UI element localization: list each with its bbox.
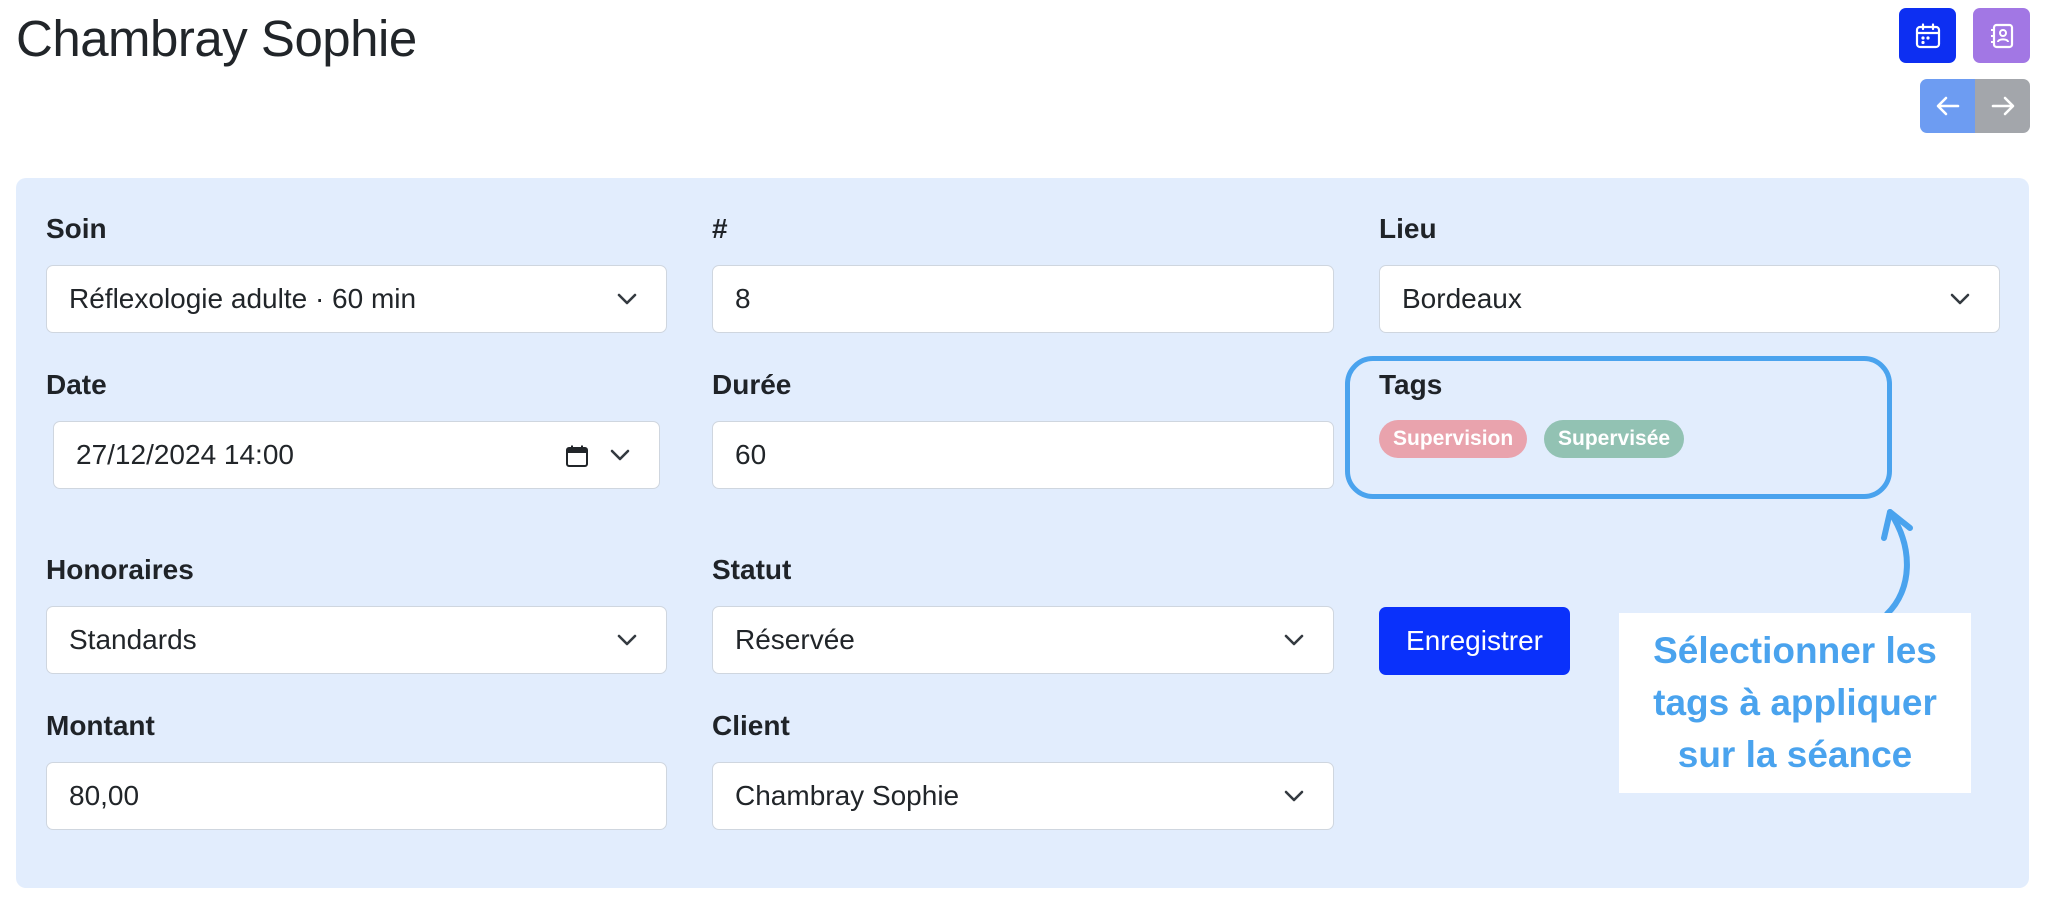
soin-value: Réflexologie adulte · 60 min (69, 283, 417, 314)
duree-input[interactable]: 60 (712, 421, 1334, 489)
numero-value: 8 (735, 283, 751, 314)
chevron-down-icon (1284, 634, 1304, 646)
date-label: Date (46, 369, 107, 400)
chevron-down-icon (1950, 293, 1970, 305)
client-select[interactable]: Chambray Sophie (712, 762, 1334, 830)
tags-highlight-box (1345, 356, 1892, 499)
calendar-icon (1915, 22, 1940, 48)
statut-label: Statut (712, 554, 792, 585)
next-button[interactable] (1975, 79, 2030, 133)
lieu-select[interactable]: Bordeaux (1379, 265, 2000, 333)
montant-input[interactable]: 80,00 (46, 762, 667, 830)
chevron-down-icon (1284, 790, 1304, 802)
save-button[interactable]: Enregistrer (1379, 607, 1570, 675)
contact-book-icon (1990, 23, 2013, 48)
navigation-group (1920, 79, 2030, 133)
soin-label: Soin (46, 213, 107, 244)
calendar-button[interactable] (1899, 8, 1956, 63)
numero-input[interactable]: 8 (712, 265, 1334, 333)
duree-value: 60 (735, 439, 767, 470)
honoraires-label: Honoraires (46, 554, 194, 585)
chevron-down-icon (617, 634, 637, 646)
arrow-left-icon (1936, 96, 1959, 116)
montant-label: Montant (46, 710, 155, 741)
statut-select[interactable]: Réservée (712, 606, 1334, 674)
statut-value: Réservée (735, 624, 855, 655)
annotation-text: Sélectionner les tags à appliquer sur la… (1653, 630, 1937, 775)
honoraires-value: Standards (69, 624, 197, 655)
page-title: Chambray Sophie (16, 10, 417, 67)
lieu-label: Lieu (1379, 213, 1437, 244)
lieu-value: Bordeaux (1402, 283, 1522, 314)
montant-value: 80,00 (69, 780, 140, 811)
numero-label: # (712, 213, 728, 244)
annotation-callout: Sélectionner les tags à appliquer sur la… (1619, 613, 1971, 793)
chevron-down-icon (617, 293, 637, 305)
honoraires-select[interactable]: Standards (46, 606, 667, 674)
chevron-down-icon[interactable] (609, 445, 631, 465)
date-input[interactable]: 27/12/2024 14:00 (53, 421, 660, 489)
calendar-icon[interactable] (565, 444, 589, 468)
duree-label: Durée (712, 369, 792, 400)
arrow-right-icon (1991, 96, 2014, 116)
client-label: Client (712, 710, 790, 741)
soin-select[interactable]: Réflexologie adulte · 60 min (46, 265, 667, 333)
annotation-arrow-icon (1881, 509, 1913, 617)
client-value: Chambray Sophie (735, 780, 960, 811)
contacts-button[interactable] (1973, 8, 2030, 63)
previous-button[interactable] (1920, 79, 1975, 133)
